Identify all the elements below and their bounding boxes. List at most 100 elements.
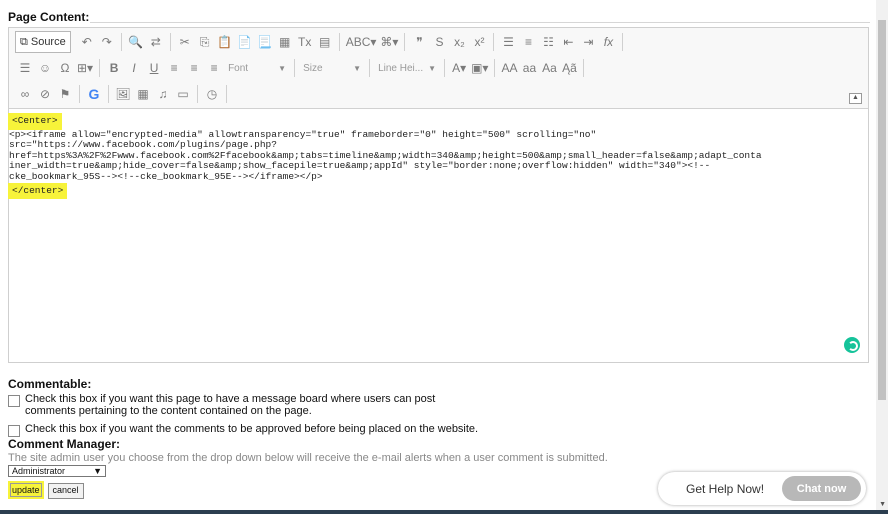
anchor-icon[interactable]: ⚑ bbox=[55, 84, 75, 104]
remove-format-icon[interactable]: Tx bbox=[295, 32, 315, 52]
styles-icon[interactable]: ⌘▾ bbox=[378, 32, 400, 52]
audio-icon[interactable]: ♫ bbox=[153, 84, 173, 104]
find-icon[interactable]: 🔍 bbox=[126, 32, 146, 52]
update-button[interactable]: update bbox=[8, 481, 44, 499]
superscript-icon[interactable]: x² bbox=[469, 32, 489, 52]
editor-toolbar: ⧉ Source ↶ ↷ 🔍 ⇄ ✂ ⎘ 📋 📄 📃 ▦ Tx ▤ ABC▾ ⌘▾ ❞ Sx₂ x² ☰ ≡ ☷ ⇤ ⇥ f… bbox=[9, 28, 868, 109]
toolbar-separator bbox=[338, 33, 340, 51]
video-icon[interactable]: ▭ bbox=[173, 84, 193, 104]
rich-text-editor: ⧉ Source ↶ ↷ 🔍 ⇄ ✂ ⎘ 📋 📄 📃 ▦ Tx ▤ ABC▾ ⌘▾ ❞ Sx₂ x² ☰ ≡ ☷ ⇤ ⇥ f… bbox=[8, 27, 869, 363]
commentable-checkbox[interactable] bbox=[8, 395, 20, 407]
source-icon: ⧉ bbox=[20, 35, 28, 48]
replace-icon[interactable]: ⇄ bbox=[146, 32, 166, 52]
comment-manager-title: Comment Manager: bbox=[8, 437, 121, 451]
toolbar-separator bbox=[494, 59, 496, 77]
source-code-area[interactable]: <Center> <p><iframe allow="encrypted-med… bbox=[8, 109, 868, 362]
font-select[interactable]: Font ▼ bbox=[224, 59, 290, 77]
underline-icon[interactable]: U bbox=[144, 58, 164, 78]
ordered-list-icon[interactable]: ≡ bbox=[518, 32, 538, 52]
paste-word-icon[interactable]: 📃 bbox=[255, 32, 275, 52]
blockquote-icon[interactable]: ❞ bbox=[409, 32, 429, 52]
toolbar-separator bbox=[444, 59, 446, 77]
uppercase-icon[interactable]: AA bbox=[499, 58, 519, 78]
bold-icon[interactable]: B bbox=[104, 58, 124, 78]
link-icon[interactable]: ∞ bbox=[15, 84, 35, 104]
numbered-list-icon[interactable]: ☰ bbox=[498, 32, 518, 52]
line-height-select-label: Line Hei... bbox=[378, 62, 424, 74]
approve-checkbox[interactable] bbox=[8, 425, 20, 437]
special-char-icon[interactable]: Ω bbox=[55, 58, 75, 78]
toolbar-separator bbox=[99, 59, 101, 77]
formula-icon[interactable]: fx bbox=[598, 32, 618, 52]
toolbar-separator bbox=[404, 33, 406, 51]
text-color-icon[interactable]: A▾ bbox=[449, 58, 469, 78]
italic-icon[interactable]: I bbox=[124, 58, 144, 78]
size-select[interactable]: Size ▼ bbox=[299, 59, 365, 77]
comment-manager-select[interactable]: Administrator ▼ bbox=[8, 465, 106, 477]
toolbar-separator bbox=[369, 59, 371, 77]
comment-settings-form: Commentable: Check this box if you want … bbox=[8, 377, 608, 499]
chat-prompt: Get Help Now! bbox=[686, 481, 765, 496]
iframe-icon[interactable]: ◷ bbox=[202, 84, 222, 104]
page-scrollbar[interactable]: ▼ bbox=[876, 0, 888, 514]
select-value: Administrator bbox=[12, 466, 66, 476]
cancel-button[interactable]: cancel bbox=[47, 483, 84, 499]
copy-icon[interactable]: ⎘ bbox=[195, 32, 215, 52]
format-painter-icon[interactable]: ▦ bbox=[275, 32, 295, 52]
redo-icon[interactable]: ↷ bbox=[97, 32, 117, 52]
outdent-icon[interactable]: ⇤ bbox=[558, 32, 578, 52]
emoji-icon[interactable]: ☺ bbox=[35, 58, 55, 78]
code-line: cke_bookmark_95S--><!--cke_bookmark_95E-… bbox=[9, 170, 323, 182]
approve-text: Check this box if you want the comments … bbox=[25, 423, 479, 435]
paste-text-icon[interactable]: 📄 bbox=[235, 32, 255, 52]
gallery-icon[interactable]: ▦ bbox=[133, 84, 153, 104]
form-buttons: update cancel bbox=[8, 481, 608, 499]
divider bbox=[90, 22, 870, 23]
unlink-icon[interactable]: ⊘ bbox=[35, 84, 55, 104]
table-icon[interactable]: ⊞▾ bbox=[75, 58, 95, 78]
toolbar-separator bbox=[493, 33, 495, 51]
undo-icon[interactable]: ↶ bbox=[77, 32, 97, 52]
cut-icon[interactable]: ✂ bbox=[175, 32, 195, 52]
case-change-icon[interactable]: Ąã bbox=[559, 58, 579, 78]
spellcheck-icon[interactable]: ABC▾ bbox=[344, 32, 379, 52]
source-button[interactable]: ⧉ Source bbox=[15, 31, 71, 53]
bg-color-icon[interactable]: ▣▾ bbox=[469, 58, 490, 78]
capitalize-icon[interactable]: Aa bbox=[539, 58, 559, 78]
align-icon[interactable]: ☰ bbox=[15, 58, 35, 78]
chat-widget: Get Help Now! Chat now bbox=[658, 472, 866, 505]
font-select-label: Font bbox=[228, 62, 249, 74]
indent-icon[interactable]: ⇥ bbox=[578, 32, 598, 52]
paste-icon[interactable]: 📋 bbox=[215, 32, 235, 52]
toolbar-collapse-button[interactable]: ▲ bbox=[849, 93, 862, 104]
toolbar-separator bbox=[79, 85, 80, 103]
align-left-icon[interactable]: ≡ bbox=[164, 58, 184, 78]
toolbar-separator bbox=[226, 85, 227, 103]
commentable-title: Commentable: bbox=[8, 377, 92, 391]
google-icon[interactable]: G bbox=[84, 84, 104, 104]
toolbar-row-3: ∞ ⊘ ⚑ G 🖼 ▦ ♫ ▭ ◷ bbox=[15, 83, 231, 105]
align-right-icon[interactable]: ≡ bbox=[204, 58, 224, 78]
toolbar-separator bbox=[169, 33, 171, 51]
templates-icon[interactable]: ▤ bbox=[315, 32, 335, 52]
commentable-text: Check this box if you want this page to … bbox=[25, 393, 436, 417]
image-icon[interactable]: 🖼 bbox=[113, 84, 133, 104]
strike-icon[interactable]: S bbox=[429, 32, 449, 52]
toolbar-separator bbox=[197, 85, 198, 103]
lowercase-icon[interactable]: aa bbox=[519, 58, 539, 78]
chat-now-button[interactable]: Chat now bbox=[782, 476, 861, 501]
line-height-select[interactable]: Line Hei... ▼ bbox=[374, 59, 440, 77]
grammarly-icon[interactable] bbox=[844, 337, 860, 353]
center-close-tag: </center> bbox=[8, 182, 68, 200]
scroll-down-icon[interactable]: ▼ bbox=[879, 501, 886, 508]
toolbar-separator bbox=[622, 33, 624, 51]
subscript-icon[interactable]: x₂ bbox=[449, 32, 469, 52]
center-open-tag: <Center> bbox=[8, 113, 62, 130]
toolbar-separator bbox=[108, 85, 109, 103]
align-center-icon[interactable]: ≡ bbox=[184, 58, 204, 78]
page-content-label: Page Content: bbox=[8, 10, 90, 24]
toolbar-row-1: ⧉ Source ↶ ↷ 🔍 ⇄ ✂ ⎘ 📋 📄 📃 ▦ Tx ▤ ABC▾ ⌘▾ ❞ Sx₂ x² ☰ ≡ ☷ ⇤ ⇥ f… bbox=[15, 31, 627, 53]
scrollbar-thumb[interactable] bbox=[878, 20, 886, 400]
source-button-label: Source bbox=[30, 36, 66, 48]
bullet-list-icon[interactable]: ☷ bbox=[538, 32, 558, 52]
